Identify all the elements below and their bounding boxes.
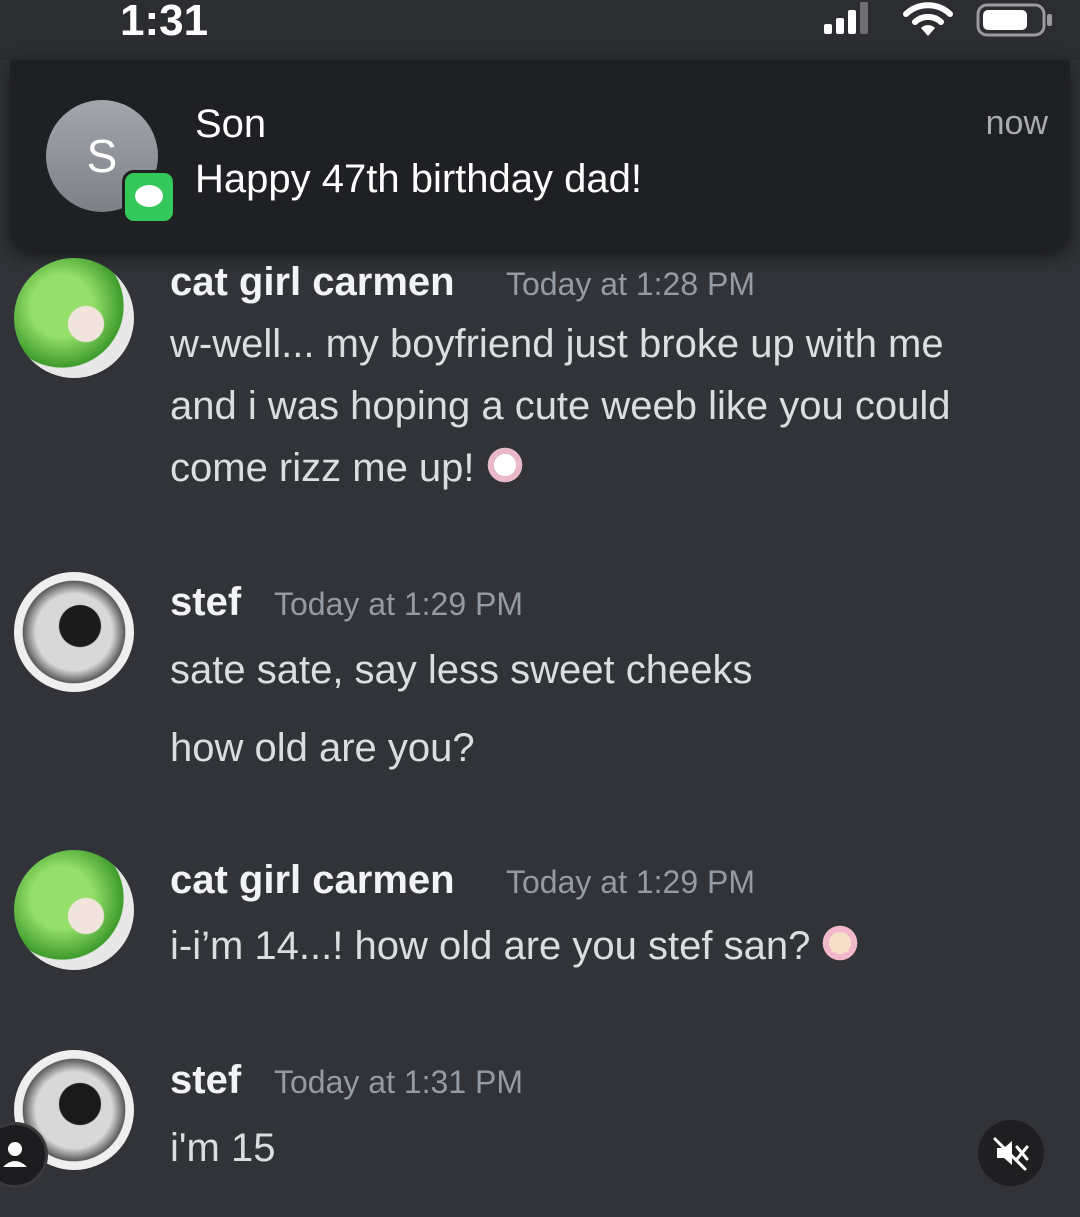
- message-text: w-well... my boyfriend just broke up wit…: [170, 322, 944, 366]
- chat-message: cat girl carmen Today at 1:29 PM i-i’m 1…: [0, 850, 1080, 986]
- message-text: sate sate, say less sweet cheeks: [170, 648, 753, 692]
- message-author[interactable]: stef: [170, 1058, 241, 1103]
- notification-sender: Son: [195, 102, 267, 146]
- message-text-with-emote: come rizz me up!: [170, 446, 527, 491]
- message-text: and i was hoping a cute weeb like you co…: [170, 384, 951, 428]
- status-bar: 1:31: [0, 0, 1080, 60]
- notification-time: now: [985, 104, 1048, 142]
- message-timestamp: Today at 1:29 PM: [274, 586, 524, 622]
- message-text-with-emote: i-i’m 14...! how old are you stef san?: [170, 924, 863, 969]
- status-time: 1:31: [120, 0, 209, 45]
- message-text: how old are you?: [170, 726, 475, 770]
- chat-message: stef Today at 1:31 PM i'm 15: [0, 1050, 1080, 1186]
- anime-girl-emoji-icon: [818, 925, 863, 965]
- profile-button[interactable]: [0, 1122, 48, 1188]
- message-author[interactable]: stef: [170, 580, 241, 625]
- chat-message: cat girl carmen Today at 1:28 PM w-well.…: [0, 258, 1080, 498]
- messages-icon: [122, 170, 176, 224]
- battery-icon: [975, 2, 1055, 43]
- message-timestamp: Today at 1:31 PM: [274, 1064, 524, 1100]
- wifi-icon: [902, 0, 954, 43]
- message-text: i-i’m 14...! how old are you stef san?: [170, 924, 811, 968]
- cellular-signal-icon: [822, 0, 872, 41]
- message-text: i'm 15: [170, 1126, 276, 1170]
- notification-banner[interactable]: S Son Happy 47th birthday dad! now: [10, 60, 1070, 250]
- message-timestamp: Today at 1:28 PM: [506, 266, 756, 302]
- user-icon: [3, 1142, 27, 1167]
- message-text: come rizz me up!: [170, 446, 475, 490]
- user-avatar[interactable]: [14, 258, 134, 378]
- message-timestamp: Today at 1:29 PM: [506, 864, 756, 900]
- speaker-muted-icon: [993, 1137, 1029, 1171]
- message-author[interactable]: cat girl carmen: [170, 260, 455, 305]
- chat-message: stef Today at 1:29 PM sate sate, say les…: [0, 572, 1080, 778]
- user-avatar[interactable]: [14, 572, 134, 692]
- mute-button[interactable]: [978, 1120, 1044, 1186]
- contact-avatar-letter: S: [86, 130, 118, 182]
- notification-message: Happy 47th birthday dad!: [195, 157, 642, 201]
- skull-emoji-icon: [482, 447, 527, 487]
- user-avatar[interactable]: [14, 850, 134, 970]
- message-author[interactable]: cat girl carmen: [170, 858, 455, 903]
